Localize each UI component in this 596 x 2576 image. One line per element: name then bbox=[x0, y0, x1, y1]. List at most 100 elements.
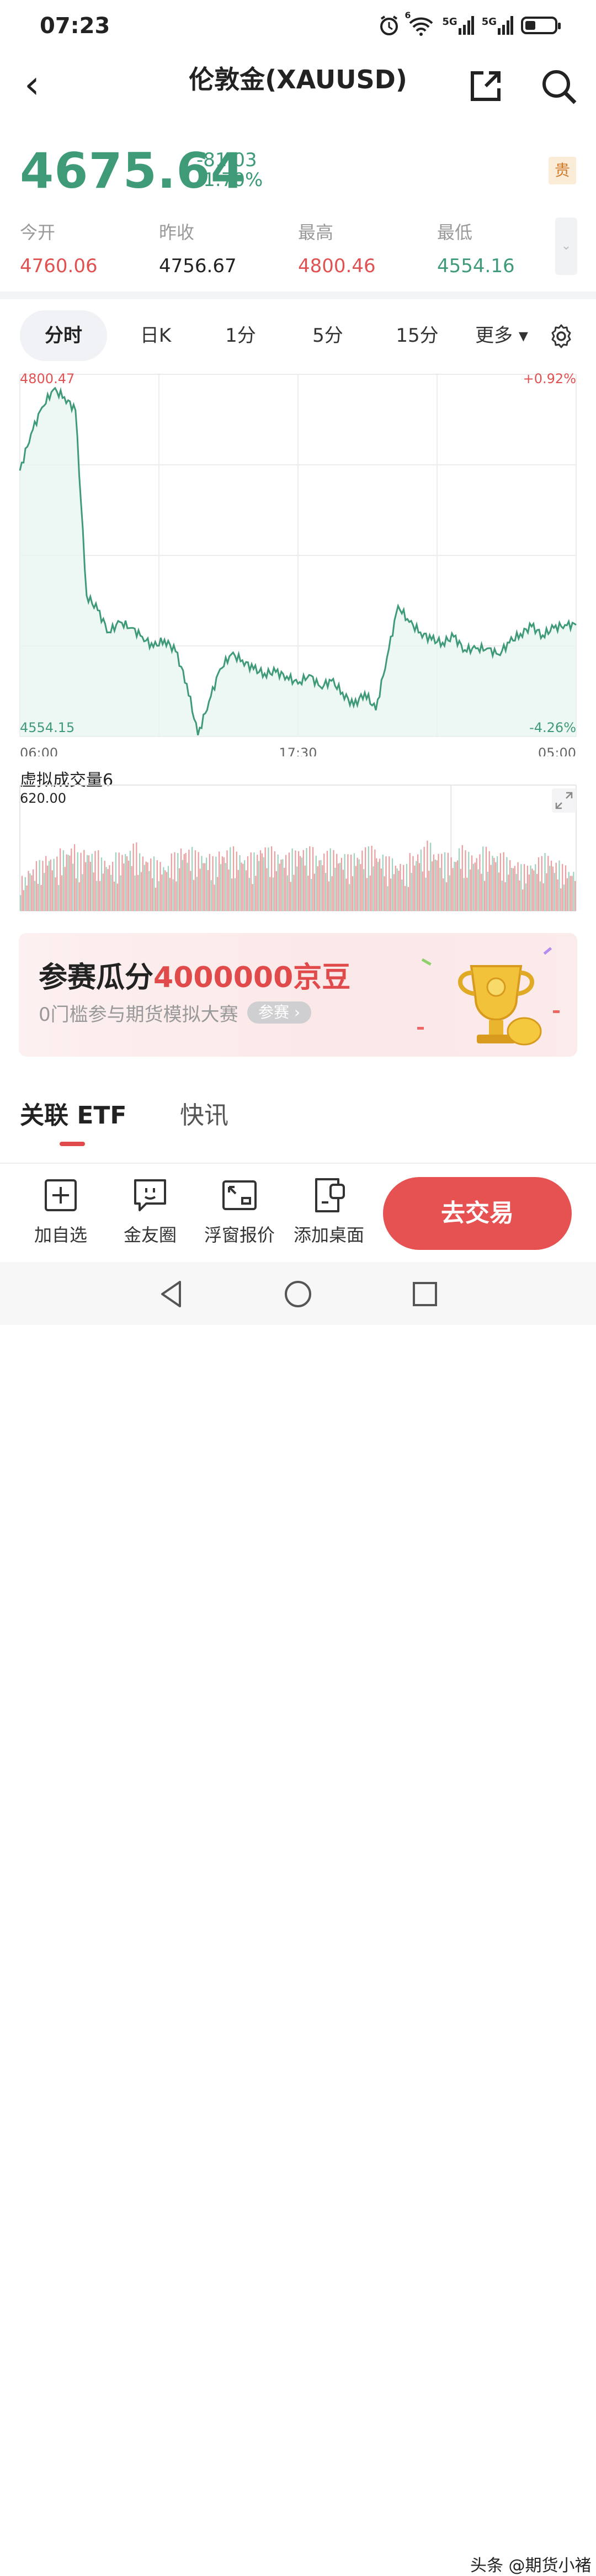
trophy-icon bbox=[417, 947, 560, 1046]
add-watchlist-button[interactable]: 加自选 bbox=[22, 1177, 99, 1247]
volume-bar bbox=[363, 869, 365, 911]
volume-bar bbox=[568, 872, 570, 911]
change-percent: -1.70% bbox=[196, 169, 263, 191]
volume-bar bbox=[93, 872, 94, 911]
volume-bar bbox=[360, 864, 361, 911]
volume-bar bbox=[91, 854, 93, 911]
volume-bar bbox=[512, 868, 514, 911]
battery-icon bbox=[521, 17, 561, 34]
volume-bar bbox=[123, 863, 125, 911]
volume-bar bbox=[555, 862, 557, 911]
trade-button[interactable]: 去交易 bbox=[383, 1177, 572, 1250]
volume-bar bbox=[258, 861, 260, 911]
volume-bar bbox=[531, 868, 533, 911]
volume-bar bbox=[29, 873, 31, 911]
volume-bar bbox=[150, 858, 152, 911]
volume-bar bbox=[45, 856, 47, 911]
volume-bar bbox=[295, 850, 296, 911]
volume-bar bbox=[40, 884, 42, 911]
tab-intraday[interactable]: 分时 bbox=[20, 310, 107, 361]
volume-bar bbox=[311, 879, 312, 911]
volume-bar bbox=[560, 888, 562, 911]
volume-bar bbox=[393, 874, 395, 911]
wifi-icon: 6 bbox=[405, 10, 434, 36]
volume-bar bbox=[73, 844, 76, 911]
volume-bar bbox=[193, 879, 195, 911]
tab-15min[interactable]: 15分 bbox=[379, 310, 456, 361]
intraday-price-chart[interactable]: 4800.47 4554.15 +0.92% -4.26% 06:00 17:3… bbox=[0, 370, 596, 756]
stat-value-open: 4760.06 bbox=[20, 255, 98, 277]
volume-bar bbox=[313, 873, 316, 911]
volume-bar bbox=[416, 861, 417, 911]
tab-5min[interactable]: 5分 bbox=[295, 310, 361, 361]
promo-highlight: 4000000京豆 bbox=[153, 961, 351, 994]
volume-bar bbox=[329, 848, 331, 911]
volume-bar bbox=[194, 850, 196, 911]
volume-bar bbox=[461, 845, 463, 911]
volume-bar bbox=[487, 872, 488, 911]
volume-bar bbox=[499, 853, 502, 911]
volume-bar bbox=[69, 855, 71, 911]
volume-bar bbox=[77, 852, 78, 911]
volume-bar bbox=[471, 855, 473, 911]
volume-bar bbox=[450, 857, 452, 911]
volume-bar bbox=[485, 846, 487, 911]
volume-bar bbox=[51, 870, 53, 911]
add-desktop-button[interactable]: 添加桌面 bbox=[290, 1177, 368, 1247]
volume-bar bbox=[304, 865, 306, 911]
volume-bar bbox=[257, 855, 258, 911]
tab-daily-k[interactable]: 日K bbox=[123, 310, 189, 361]
volume-bar bbox=[116, 883, 118, 911]
volume-bar bbox=[302, 850, 304, 911]
tab-related-etf[interactable]: 关联 ETF bbox=[20, 1095, 126, 1131]
volume-bar bbox=[574, 881, 576, 911]
stat-label-low: 最低 bbox=[437, 222, 473, 243]
floating-window-icon bbox=[222, 1180, 257, 1210]
volume-bar bbox=[125, 854, 126, 911]
volume-bar bbox=[279, 863, 280, 911]
fullscreen-icon[interactable] bbox=[552, 788, 576, 813]
volume-chart[interactable]: 620.00 bbox=[0, 784, 596, 916]
stat-label-high: 最高 bbox=[298, 222, 334, 243]
volume-bar bbox=[46, 865, 49, 911]
volume-bar bbox=[209, 854, 210, 911]
volume-bar bbox=[368, 846, 369, 911]
volume-bar bbox=[136, 842, 137, 911]
gear-icon[interactable] bbox=[549, 324, 574, 349]
volume-bar bbox=[158, 881, 159, 911]
volume-bar bbox=[519, 880, 520, 911]
volume-bar bbox=[252, 884, 253, 911]
volume-bar bbox=[317, 866, 318, 911]
floating-window-button[interactable]: 浮窗报价 bbox=[201, 1177, 278, 1247]
page-title: 伦敦金(XAUUSD) bbox=[189, 65, 407, 94]
tab-more[interactable]: 更多 ▾ bbox=[466, 310, 538, 361]
y-min-label: 4554.15 bbox=[20, 720, 74, 735]
tab-1min[interactable]: 1分 bbox=[207, 310, 274, 361]
volume-bar bbox=[361, 850, 363, 911]
community-button[interactable]: 金友圈 bbox=[111, 1177, 189, 1247]
volume-bar bbox=[549, 866, 551, 911]
volume-bar bbox=[427, 840, 428, 911]
expand-stats-button[interactable]: ⌄ bbox=[555, 218, 577, 275]
volume-bar bbox=[234, 878, 236, 911]
volume-bar bbox=[89, 862, 91, 911]
volume-bar bbox=[201, 856, 203, 911]
volume-bar bbox=[444, 852, 446, 911]
share-icon[interactable] bbox=[469, 70, 502, 103]
volume-bar bbox=[395, 866, 396, 911]
volume-bar bbox=[274, 851, 276, 911]
nav-home-icon[interactable] bbox=[283, 1279, 313, 1310]
volume-bar bbox=[434, 860, 436, 911]
search-icon[interactable] bbox=[541, 68, 577, 105]
volume-bar bbox=[301, 857, 303, 911]
tab-news-flash[interactable]: 快讯 bbox=[180, 1095, 228, 1131]
promo-join-button[interactable]: 参赛 › bbox=[247, 1001, 311, 1024]
cell-signal-2: 5G bbox=[482, 16, 513, 35]
promo-banner[interactable]: 参赛瓜分4000000京豆 0门槛参与期货模拟大赛 参赛 › bbox=[19, 933, 577, 1057]
nav-back-icon[interactable] bbox=[156, 1279, 187, 1310]
volume-bar bbox=[94, 851, 96, 911]
volume-bar bbox=[166, 872, 168, 911]
nav-recents-icon[interactable] bbox=[409, 1279, 440, 1310]
volume-bar bbox=[457, 860, 459, 911]
volume-bar bbox=[112, 862, 114, 911]
